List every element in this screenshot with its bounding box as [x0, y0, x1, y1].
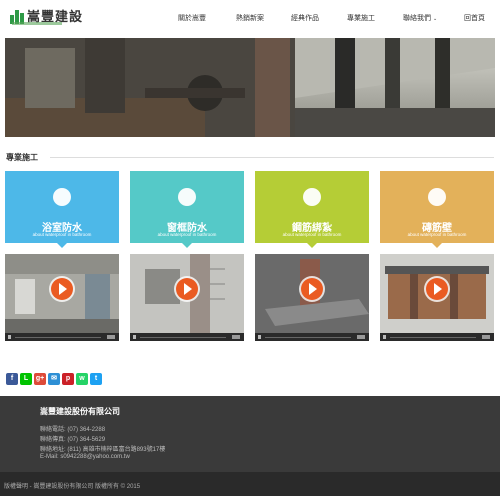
- hero-banner-image: [5, 38, 495, 137]
- card-subtitle: about waterproof in bathroom: [407, 232, 467, 237]
- rebar-icon: [303, 188, 321, 206]
- whatsapp-icon[interactable]: w: [76, 373, 88, 385]
- industrial-factory-photo: [5, 38, 495, 137]
- card-arrow: [182, 243, 192, 248]
- card-arrow: [432, 243, 442, 248]
- nav-contact[interactable]: 聯絡我們 ⌄: [403, 13, 437, 23]
- brick-icon: [428, 188, 446, 206]
- footer-phone: 聯絡電話: (07) 364-2288: [40, 427, 106, 433]
- shower-icon: [53, 188, 71, 206]
- card-rebar-tying[interactable]: 鋼筋綁紮 about waterproof in bathroom: [255, 171, 369, 248]
- site-footer: 嵩豐建設股份有限公司 聯絡電話: (07) 364-2288 聯絡傳真: (07…: [0, 396, 500, 472]
- twitter-icon[interactable]: t: [90, 373, 102, 385]
- card-subtitle: about waterproof in bathroom: [157, 232, 217, 237]
- email-icon[interactable]: ✉: [48, 373, 60, 385]
- nav-new-projects[interactable]: 熱銷新案: [236, 13, 264, 23]
- facebook-icon[interactable]: f: [6, 373, 18, 385]
- play-button[interactable]: [51, 277, 73, 300]
- window-icon: [178, 188, 196, 206]
- card-arrow: [57, 243, 67, 248]
- video-controls[interactable]: [255, 333, 369, 341]
- card-bathroom-waterproof[interactable]: 浴室防水 about waterproof in bathroom: [5, 171, 119, 248]
- card-window-waterproof[interactable]: 窗框防水 about waterproof in bathroom: [130, 171, 244, 248]
- video-controls[interactable]: [130, 333, 244, 341]
- video-player-rebar[interactable]: [255, 254, 369, 341]
- video-player-bathroom[interactable]: [5, 254, 119, 341]
- footer-company-name: 嵩豐建設股份有限公司: [40, 407, 120, 416]
- video-controls[interactable]: [380, 333, 494, 341]
- video-controls[interactable]: [5, 333, 119, 341]
- google-plus-icon[interactable]: g+: [34, 373, 46, 385]
- nav-construction[interactable]: 專業施工: [347, 13, 375, 23]
- play-button[interactable]: [426, 277, 448, 300]
- card-brick-wall[interactable]: 磚筋壁 about waterproof in bathroom: [380, 171, 494, 248]
- play-button[interactable]: [301, 277, 323, 300]
- copyright-text: 版權聲明 - 嵩豐建設股份有限公司 版權所有 © 2015: [4, 484, 141, 490]
- video-player-window[interactable]: [130, 254, 244, 341]
- footer-address: 聯絡地址: (811) 高雄市楠梓區富台路893號17樓: [40, 447, 166, 453]
- play-button[interactable]: [176, 277, 198, 300]
- line-icon[interactable]: L: [20, 373, 32, 385]
- pinterest-icon[interactable]: p: [62, 373, 74, 385]
- nav-home[interactable]: 回首頁: [464, 13, 485, 23]
- social-share-bar: f L g+ ✉ p w t: [6, 373, 102, 385]
- card-subtitle: about waterproof in bathroom: [282, 232, 342, 237]
- copyright-bar: 版權聲明 - 嵩豐建設股份有限公司 版權所有 © 2015: [0, 472, 500, 496]
- card-subtitle: about waterproof in bathroom: [32, 232, 92, 237]
- section-title: 專業施工: [6, 153, 38, 162]
- footer-email[interactable]: E-Mail: s0942288@yahoo.com.tw: [40, 454, 130, 460]
- footer-fax: 聯絡傳真: (07) 364-5629: [40, 437, 106, 443]
- section-divider: [50, 157, 494, 158]
- card-arrow: [307, 243, 317, 248]
- logo-tagline: [12, 22, 62, 25]
- chevron-down-icon: ⌄: [432, 16, 438, 22]
- nav-portfolio[interactable]: 經典作品: [291, 13, 319, 23]
- site-header: 嵩豐建設 關於嵩豐 熱銷新案 經典作品 專業施工 聯絡我們 ⌄ 回首頁: [0, 0, 500, 36]
- video-player-brick[interactable]: [380, 254, 494, 341]
- nav-about[interactable]: 關於嵩豐: [178, 13, 206, 23]
